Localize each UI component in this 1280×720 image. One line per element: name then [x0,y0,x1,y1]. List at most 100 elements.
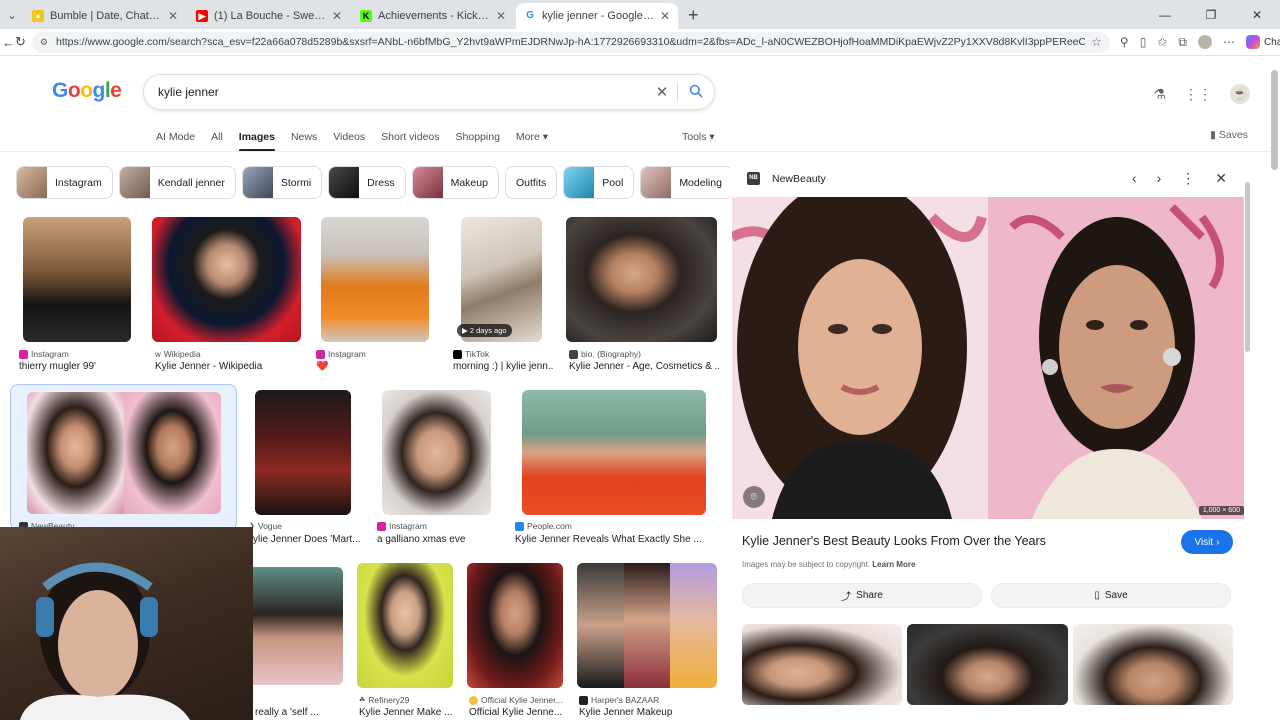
preview-source[interactable]: NewBeauty [772,173,826,185]
next-icon[interactable]: › [1157,170,1162,187]
favorites-icon[interactable]: ✩ [1157,35,1167,49]
result-image[interactable] [321,217,429,342]
google-lens-icon[interactable]: ⌾ [743,486,765,508]
tab-more[interactable]: More ▾ [516,131,548,143]
labs-flask-icon[interactable]: ⚗ [1153,86,1166,103]
browser-tab-bumble[interactable]: ● Bumble | Date, Chat, Meet New Pe ✕ [24,3,186,29]
result-source[interactable]: ☘ Refinery29 [359,695,409,705]
result-source[interactable]: bio. (Biography) [569,349,641,359]
result-image[interactable] [577,563,717,688]
new-tab-icon[interactable]: + [688,3,699,29]
tools-button[interactable]: Tools ▾ [682,131,715,143]
result-image-selected[interactable] [27,392,221,514]
scrollbar-thumb[interactable] [1271,70,1278,170]
clear-icon[interactable]: ✕ [647,83,677,101]
google-logo[interactable]: Google [52,79,122,103]
bookmark-star-icon[interactable]: ☆ [1091,35,1102,49]
preview-title[interactable]: Kylie Jenner's Best Beauty Looks From Ov… [742,534,1046,548]
preview-scrollbar[interactable] [1245,172,1250,702]
result-source[interactable]: Official Kylie Jenner... [469,695,563,705]
result-source[interactable]: TikTok [453,349,489,359]
close-tab-icon[interactable]: ✕ [660,9,670,23]
restore-icon[interactable]: ❐ [1188,0,1234,29]
save-button[interactable]: ▯ Save [991,583,1231,608]
result-image[interactable] [522,390,706,515]
learn-more-link[interactable]: Learn More [872,560,915,569]
scrollbar-thumb[interactable] [1245,182,1250,352]
profile-avatar[interactable] [1197,35,1212,49]
tab-images[interactable]: Images [238,131,276,152]
visit-button[interactable]: Visit › [1181,530,1233,554]
close-icon[interactable]: ✕ [1215,170,1227,187]
share-button[interactable]: ⤴ Share [742,583,982,608]
result-source[interactable]: Instagram [19,349,69,359]
browser-tab-kick[interactable]: K Achievements - Kick Dashboard ✕ [352,3,514,29]
split-screen-icon[interactable]: ▯ [1140,35,1147,49]
tab-shopping[interactable]: Shopping [456,131,500,143]
saves-button[interactable]: ▮ Saves [1210,129,1248,141]
result-source[interactable]: Harper's BAZAAR [579,695,659,705]
more-menu-icon[interactable]: ⋯ [1223,35,1235,49]
result-source[interactable]: People.com [515,521,572,531]
result-caption[interactable]: really a 'self ... [255,707,345,718]
chip-outfits[interactable]: Outfits [504,166,558,199]
related-image[interactable] [1073,624,1233,705]
preview-header[interactable]: NB NewBeauty [747,172,826,185]
previous-icon[interactable]: ‹ [1132,170,1137,187]
tab-ai-mode[interactable]: AI Mode [156,131,195,143]
more-options-icon[interactable]: ⋮ [1181,170,1195,187]
collections-icon[interactable]: ⧉ [1178,35,1187,50]
copilot-chat-button[interactable]: Chat [1245,35,1280,49]
related-image[interactable] [742,624,902,705]
result-caption[interactable]: Kylie Jenner Makeup [579,707,719,718]
tab-news[interactable]: News [291,131,317,143]
extension-icon[interactable]: ⚲ [1120,35,1129,49]
url-field[interactable]: ⚙ https://www.google.com/search?sca_esv=… [31,31,1110,53]
tab-list-icon[interactable]: ⌄ [0,1,24,29]
chip-modeling[interactable]: Modeling [640,166,730,199]
site-info-icon[interactable]: ⚙ [40,37,48,48]
result-caption[interactable]: Kylie Jenner Reveals What Exactly She ..… [515,534,705,545]
search-box[interactable]: kylie jenner ✕ [143,74,715,110]
chip-stormi[interactable]: Stormi [241,166,323,199]
result-caption[interactable]: ylie Jenner Does 'Mart... [253,534,361,545]
result-caption[interactable]: a galliano xmas eve [377,534,497,545]
result-source[interactable]: Instagram [377,521,427,531]
result-source[interactable]: Instagram [316,349,366,359]
account-avatar[interactable]: ☕ [1230,84,1250,104]
result-image[interactable] [253,567,343,685]
reload-icon[interactable]: ↻ [15,34,26,50]
result-image[interactable] [152,217,301,342]
search-icon[interactable] [678,84,714,101]
result-image[interactable] [467,563,563,688]
apps-grid-icon[interactable]: ⋮⋮ [1184,86,1212,103]
search-input[interactable]: kylie jenner [158,85,647,99]
result-caption[interactable]: thierry mugler 99' [19,361,139,372]
chip-instagram[interactable]: Instagram [16,166,113,199]
result-image[interactable] [255,390,351,515]
tab-all[interactable]: All [211,131,223,143]
result-image[interactable] [357,563,453,688]
preview-image[interactable] [732,197,1244,519]
result-caption[interactable]: Kylie Jenner - Wikipedia [155,361,305,372]
back-icon[interactable]: ← [2,35,15,50]
chip-kendall-jenner[interactable]: Kendall jenner [118,166,236,199]
result-caption[interactable]: Kylie Jenner Make ... [359,707,459,718]
result-caption[interactable]: ❤️ [316,361,376,372]
result-caption[interactable]: morning :) | kylie jenn... [453,361,553,372]
chip-pool[interactable]: Pool [563,166,635,199]
close-tab-icon[interactable]: ✕ [168,9,178,23]
related-image[interactable] [907,624,1068,705]
tab-videos[interactable]: Videos [333,131,365,143]
result-image[interactable] [382,390,491,515]
result-source[interactable]: w Wikipedia [155,349,201,359]
close-tab-icon[interactable]: ✕ [496,9,506,23]
close-window-icon[interactable]: ✕ [1234,0,1280,29]
result-image[interactable] [566,217,717,342]
result-caption[interactable]: Official Kylie Jenne... [469,707,569,718]
result-image[interactable] [23,217,131,342]
browser-tab-youtube[interactable]: ▶ (1) La Bouche - Sweet dreams (Offi ✕ [188,3,350,29]
browser-tab-google[interactable]: G kylie jenner - Google Search ✕ [516,3,678,29]
tab-short-videos[interactable]: Short videos [381,131,439,143]
page-scrollbar[interactable] [1271,60,1278,715]
